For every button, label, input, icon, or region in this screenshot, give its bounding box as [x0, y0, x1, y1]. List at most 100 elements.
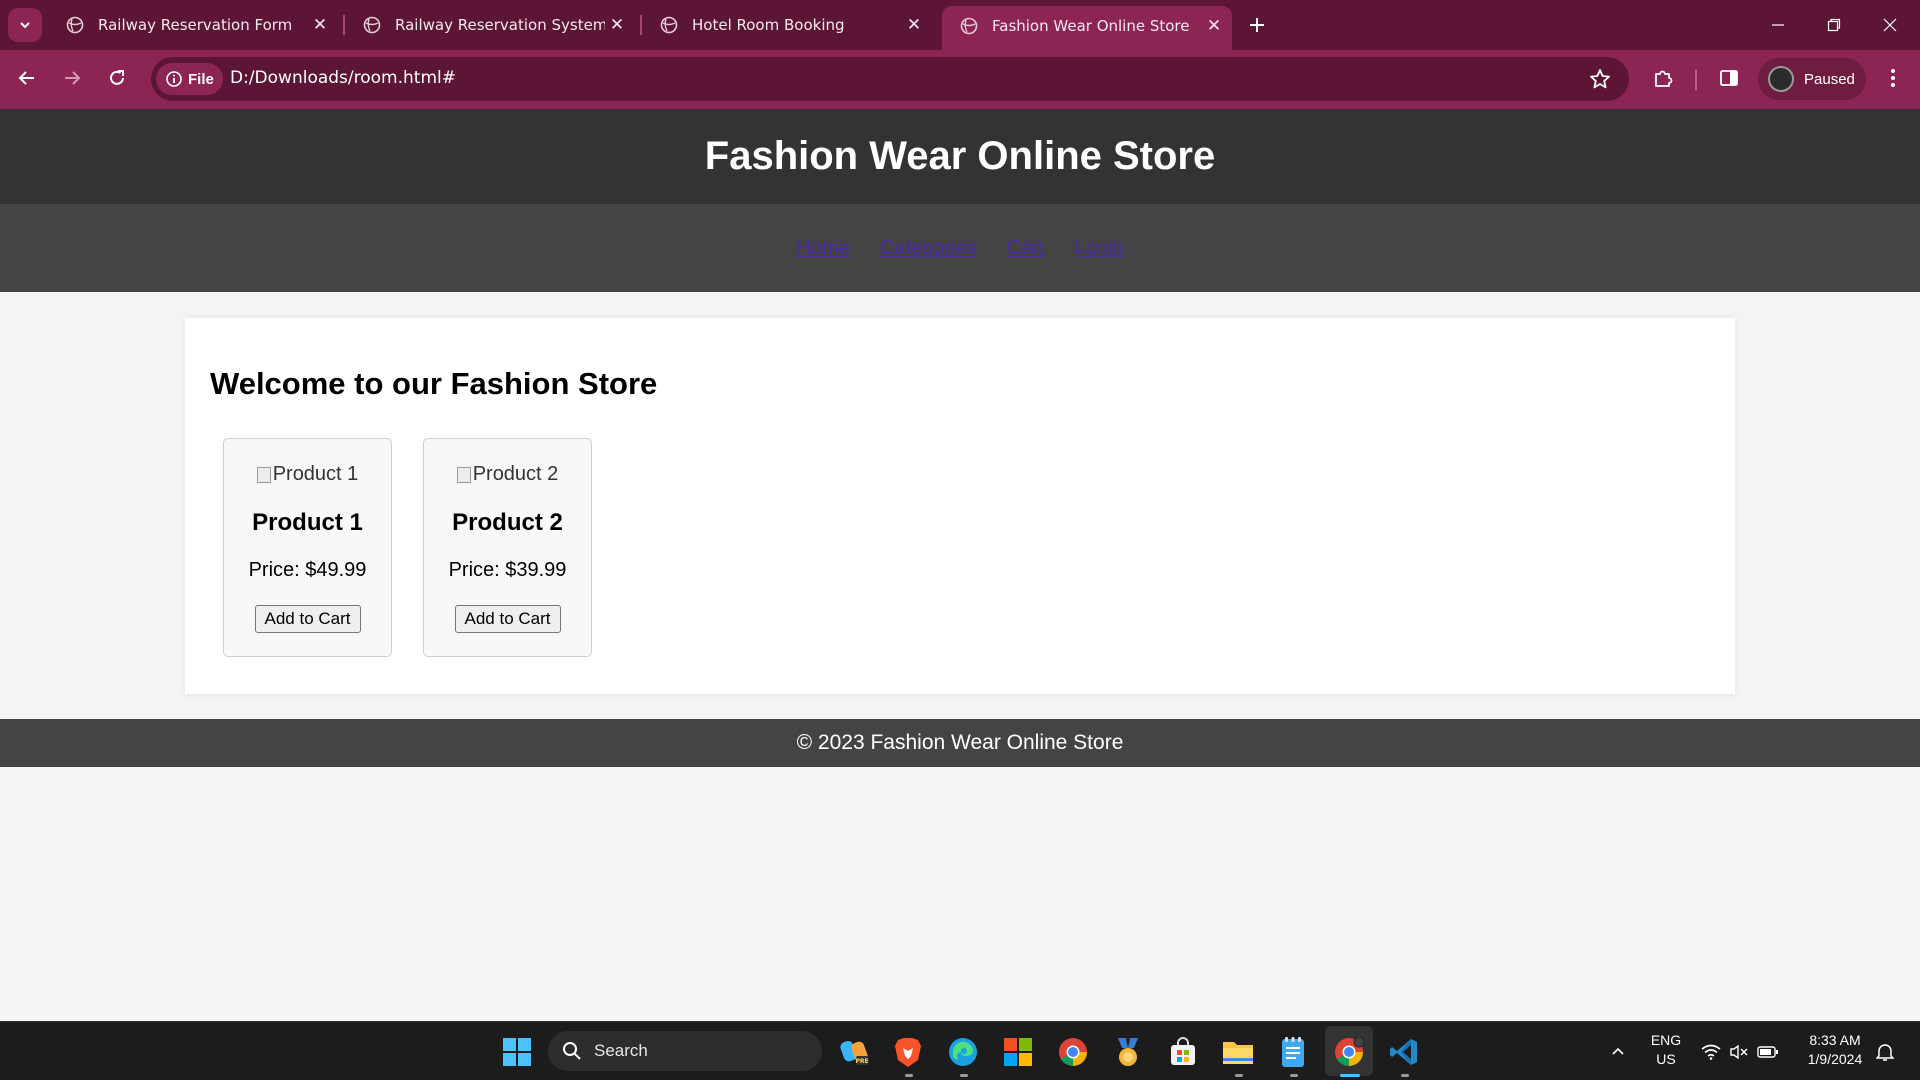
- globe-icon: [66, 16, 84, 34]
- close-icon[interactable]: ✕: [605, 13, 629, 37]
- wifi-icon: [1701, 1044, 1721, 1060]
- side-panel-icon: [1720, 70, 1738, 86]
- microsoft-logo-icon: [1004, 1038, 1032, 1066]
- toolbar-divider: [1695, 70, 1697, 90]
- profile-button[interactable]: Paused: [1758, 58, 1866, 100]
- active-indicator: [1340, 1074, 1360, 1077]
- bell-icon: [1876, 1044, 1894, 1061]
- browser-toolbar: File D:/Downloads/room.html# Paused: [0, 50, 1920, 109]
- clock[interactable]: 8:33 AM 1/9/2024: [1795, 1031, 1875, 1069]
- arrow-left-icon: [18, 71, 34, 85]
- product-price: Price: $39.99: [448, 559, 567, 581]
- tab-railway-system[interactable]: Railway Reservation System ✕: [345, 8, 635, 42]
- globe-icon: [363, 16, 381, 34]
- tab-search-button[interactable]: [8, 8, 42, 42]
- close-window-button[interactable]: [1862, 0, 1918, 50]
- running-indicator: [1290, 1074, 1298, 1077]
- site-info-label: File: [188, 70, 214, 88]
- close-icon[interactable]: ✕: [308, 13, 332, 37]
- tray-overflow-button[interactable]: [1600, 1034, 1636, 1070]
- product-card: Product 1 Product 1 Price: $49.99 Add to…: [223, 438, 392, 657]
- taskbar-file-explorer[interactable]: [1220, 1034, 1256, 1070]
- tab-railway-form[interactable]: Railway Reservation Form ✕: [48, 8, 338, 42]
- taskbar-microsoft-store-tiles[interactable]: [1000, 1034, 1036, 1070]
- running-indicator: [960, 1074, 968, 1077]
- product-price: Price: $49.99: [248, 559, 367, 581]
- more-vertical-icon: [1891, 69, 1895, 87]
- tab-title: Railway Reservation System: [395, 16, 605, 34]
- nav-link-categories[interactable]: Categories: [880, 237, 977, 260]
- clock-date: 1/9/2024: [1807, 1051, 1863, 1067]
- broken-image-icon: [256, 466, 271, 483]
- edge-icon: [949, 1038, 977, 1066]
- nav-link-login[interactable]: Login: [1074, 237, 1123, 260]
- close-icon[interactable]: ✕: [1202, 14, 1226, 38]
- taskbar-medal-app[interactable]: [1110, 1034, 1146, 1070]
- info-icon: [166, 71, 182, 87]
- restore-icon: [1827, 18, 1841, 32]
- battery-icon: [1757, 1046, 1778, 1058]
- running-indicator: [1235, 1074, 1243, 1077]
- taskbar-edge[interactable]: [945, 1034, 981, 1070]
- chevron-up-icon: [1612, 1047, 1624, 1055]
- site-footer: © 2023 Fashion Wear Online Store: [0, 719, 1920, 767]
- taskbar-copilot[interactable]: PRE: [837, 1034, 873, 1070]
- taskbar-vscode[interactable]: [1386, 1034, 1422, 1070]
- search-icon: [563, 1042, 581, 1060]
- globe-icon: [960, 17, 978, 35]
- url-text[interactable]: D:/Downloads/room.html#: [230, 68, 456, 88]
- language-indicator[interactable]: ENG US: [1643, 1031, 1689, 1069]
- svg-text:PRE: PRE: [855, 1058, 868, 1065]
- windows-logo-icon: [503, 1038, 531, 1066]
- add-to-cart-button[interactable]: Add to Cart: [454, 605, 561, 633]
- vscode-icon: [1390, 1039, 1417, 1065]
- taskbar-chrome-profile[interactable]: [1331, 1034, 1367, 1070]
- extensions-button[interactable]: [1649, 64, 1677, 92]
- browser-tab-strip: Railway Reservation Form ✕ Railway Reser…: [0, 0, 1920, 50]
- taskbar-store[interactable]: [1165, 1034, 1201, 1070]
- side-panel-button[interactable]: [1715, 64, 1743, 92]
- back-button[interactable]: [9, 60, 45, 96]
- reload-button[interactable]: [99, 60, 135, 96]
- site-nav: Home Categories Cart Login: [0, 204, 1920, 292]
- minimize-button[interactable]: [1750, 0, 1806, 50]
- taskbar-notepad[interactable]: [1275, 1034, 1311, 1070]
- new-tab-button[interactable]: [1243, 11, 1271, 39]
- footer-text: © 2023 Fashion Wear Online Store: [796, 731, 1124, 754]
- reload-icon: [110, 70, 124, 85]
- running-indicator: [1401, 1074, 1409, 1077]
- add-to-cart-button[interactable]: Add to Cart: [254, 605, 361, 633]
- arrow-right-icon: [65, 71, 81, 85]
- close-icon: [1883, 18, 1897, 32]
- product-card: Product 2 Product 2 Price: $39.99 Add to…: [423, 438, 592, 657]
- product-image: Product 1: [224, 463, 391, 486]
- quick-settings-button[interactable]: [1695, 1034, 1785, 1070]
- site-title: Fashion Wear Online Store: [704, 134, 1216, 178]
- site-info-chip[interactable]: File: [156, 63, 223, 95]
- close-icon[interactable]: ✕: [902, 13, 926, 37]
- start-button[interactable]: [499, 1034, 535, 1070]
- nav-link-cart[interactable]: Cart: [1007, 237, 1045, 260]
- taskbar-brave[interactable]: [890, 1034, 926, 1070]
- taskbar-search[interactable]: Search: [548, 1031, 822, 1071]
- menu-button[interactable]: [1879, 64, 1907, 92]
- product-name: Product 2: [452, 509, 563, 536]
- taskbar: Search PRE ENG US 8:33 AM 1/9/2024: [0, 1021, 1920, 1080]
- notifications-button[interactable]: [1870, 1034, 1900, 1070]
- forward-button[interactable]: [54, 60, 90, 96]
- taskbar-chrome[interactable]: [1055, 1034, 1091, 1070]
- tab-fashion-store[interactable]: Fashion Wear Online Store ✕: [942, 6, 1232, 50]
- nav-link-home[interactable]: Home: [797, 237, 850, 260]
- product-image-alt: Product 1: [272, 463, 359, 485]
- store-bag-icon: [1171, 1037, 1195, 1065]
- bookmark-star-icon[interactable]: [1589, 68, 1611, 90]
- tab-title: Hotel Room Booking: [692, 16, 845, 34]
- minimize-icon: [1772, 24, 1784, 26]
- running-indicator: [905, 1074, 913, 1077]
- welcome-heading: Welcome to our Fashion Store: [210, 366, 658, 401]
- restore-button[interactable]: [1806, 0, 1862, 50]
- tab-hotel-booking[interactable]: Hotel Room Booking ✕: [642, 8, 932, 42]
- product-image: Product 2: [424, 463, 591, 486]
- main-section: Welcome to our Fashion Store Product 1 P…: [185, 318, 1735, 694]
- address-bar[interactable]: File D:/Downloads/room.html#: [151, 57, 1629, 101]
